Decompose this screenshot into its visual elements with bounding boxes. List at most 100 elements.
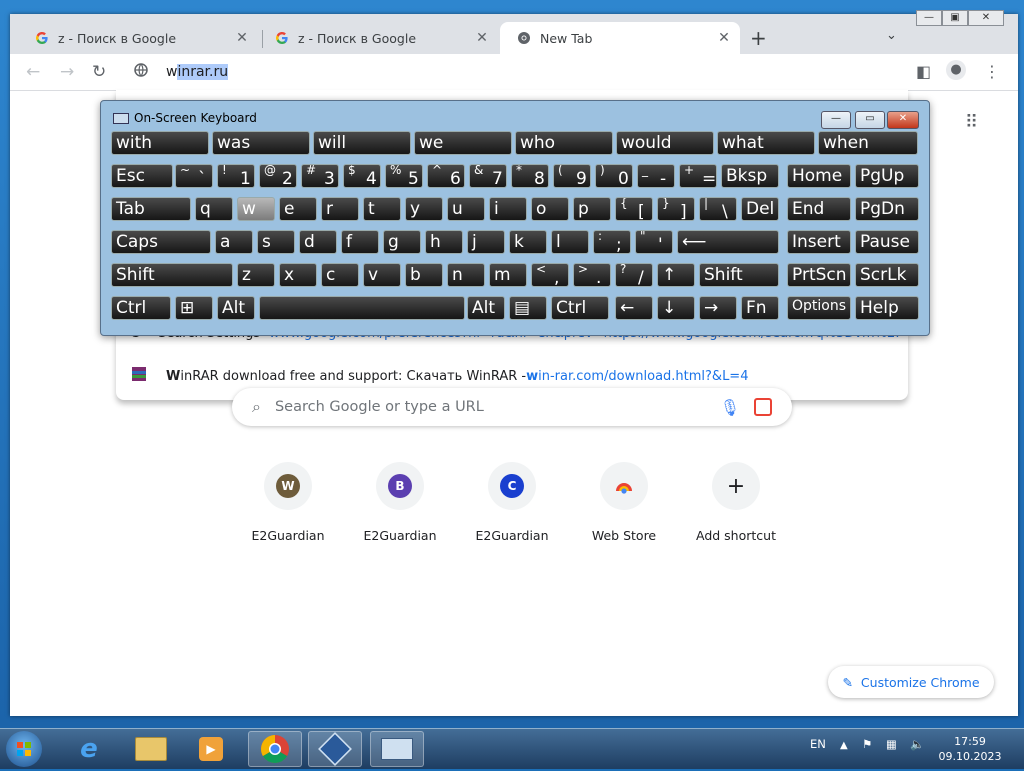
key-PgDn[interactable]: PgDn bbox=[855, 197, 919, 221]
prediction-key[interactable]: would bbox=[616, 131, 714, 155]
key-q[interactable]: q bbox=[195, 197, 233, 221]
shortcut-tile[interactable]: C E2Guardian bbox=[456, 462, 568, 543]
tab-1[interactable]: z - Поиск в Google ✕ bbox=[18, 22, 258, 54]
key-)0[interactable]: ) 0 bbox=[595, 164, 633, 188]
key-|\[interactable]: | \ bbox=[699, 197, 737, 221]
key-%5[interactable]: % 5 bbox=[385, 164, 423, 188]
prediction-key[interactable]: who bbox=[515, 131, 613, 155]
osk-maximize-button[interactable]: ▭ bbox=[855, 111, 885, 129]
key-!1[interactable]: ! 1 bbox=[217, 164, 255, 188]
tab-search-icon[interactable]: ⌄ bbox=[886, 28, 897, 43]
prediction-key[interactable]: with bbox=[111, 131, 209, 155]
key-:;[interactable]: :; bbox=[593, 230, 631, 254]
key-Options[interactable]: Options bbox=[787, 296, 851, 320]
reload-icon[interactable]: ↻ bbox=[92, 62, 106, 82]
key-⊞[interactable]: ⊞ bbox=[175, 296, 213, 320]
key-_-[interactable]: _ - bbox=[637, 164, 675, 188]
media-player-icon[interactable]: ▶ bbox=[184, 731, 238, 767]
key-Caps[interactable]: Caps bbox=[111, 230, 211, 254]
microphone-icon[interactable]: 🎙 bbox=[720, 398, 740, 417]
chrome-taskbar-icon[interactable] bbox=[248, 731, 302, 767]
key-o[interactable]: o bbox=[531, 197, 569, 221]
minimize-button[interactable]: — bbox=[916, 10, 942, 26]
side-panel-icon[interactable]: ◧ bbox=[916, 62, 931, 81]
key-#3[interactable]: #3 bbox=[301, 164, 339, 188]
key-*8[interactable]: * 8 bbox=[511, 164, 549, 188]
internet-explorer-icon[interactable]: e bbox=[62, 731, 116, 767]
volume-icon[interactable]: 🔈 bbox=[910, 737, 924, 751]
key-w[interactable]: w bbox=[237, 197, 275, 221]
key-Ctrl[interactable]: Ctrl bbox=[111, 296, 171, 320]
key-}][interactable]: }] bbox=[657, 197, 695, 221]
prediction-key[interactable]: we bbox=[414, 131, 512, 155]
key-Alt[interactable]: Alt bbox=[467, 296, 505, 320]
key-t[interactable]: t bbox=[363, 197, 401, 221]
key-h[interactable]: h bbox=[425, 230, 463, 254]
osk-minimize-button[interactable]: — bbox=[821, 111, 851, 129]
maximize-button[interactable]: ▣ bbox=[942, 10, 968, 26]
language-indicator[interactable]: EN bbox=[810, 737, 826, 751]
key-a[interactable]: a bbox=[215, 230, 253, 254]
key->.[interactable]: >. bbox=[573, 263, 611, 287]
tab-close-icon[interactable]: ✕ bbox=[232, 30, 252, 46]
action-center-icon[interactable]: ⚑ bbox=[862, 737, 872, 751]
key-Esc[interactable]: Esc bbox=[111, 164, 173, 188]
apps-grid-icon[interactable]: ⠿ bbox=[965, 112, 978, 133]
key-"'[interactable]: " ' bbox=[635, 230, 673, 254]
key-Shift[interactable]: Shift bbox=[699, 263, 779, 287]
key-^6[interactable]: ^ 6 bbox=[427, 164, 465, 188]
key-+=[interactable]: + = bbox=[679, 164, 717, 188]
key-PrtScn[interactable]: PrtScn bbox=[787, 263, 851, 287]
prediction-key[interactable]: will bbox=[313, 131, 411, 155]
key-k[interactable]: k bbox=[509, 230, 547, 254]
key-Pause[interactable]: Pause bbox=[855, 230, 919, 254]
suggestion-item[interactable]: WinRAR download free and support: Скачат… bbox=[130, 366, 900, 386]
key-f[interactable]: f bbox=[341, 230, 379, 254]
osk-taskbar-icon[interactable] bbox=[370, 731, 424, 767]
key-Help[interactable]: Help bbox=[855, 296, 919, 320]
key-c[interactable]: c bbox=[321, 263, 359, 287]
key-n[interactable]: n bbox=[447, 263, 485, 287]
key-y[interactable]: y bbox=[405, 197, 443, 221]
key-i[interactable]: i bbox=[489, 197, 527, 221]
key-End[interactable]: End bbox=[787, 197, 851, 221]
tab-close-icon[interactable]: ✕ bbox=[472, 30, 492, 46]
key-~`[interactable]: ~ ` bbox=[175, 164, 213, 188]
key-@2[interactable]: @2 bbox=[259, 164, 297, 188]
start-button[interactable] bbox=[6, 731, 42, 767]
shortcut-tile[interactable]: B E2Guardian bbox=[344, 462, 456, 543]
key-g[interactable]: g bbox=[383, 230, 421, 254]
key-Bksp[interactable]: Bksp bbox=[721, 164, 779, 188]
tab-3-active[interactable]: New Tab ✕ bbox=[500, 22, 740, 54]
back-icon[interactable]: ← bbox=[26, 62, 40, 82]
key-r[interactable]: r bbox=[321, 197, 359, 221]
add-shortcut-tile[interactable]: + Add shortcut bbox=[680, 462, 792, 543]
key-l[interactable]: l bbox=[551, 230, 589, 254]
ntp-search-box[interactable]: ⌕ Search Google or type a URL 🎙 bbox=[232, 388, 792, 426]
key-PgUp[interactable]: PgUp bbox=[855, 164, 919, 188]
key-Insert[interactable]: Insert bbox=[787, 230, 851, 254]
key-Ctrl[interactable]: Ctrl bbox=[551, 296, 609, 320]
tab-close-icon[interactable]: ✕ bbox=[714, 30, 734, 46]
key-{[[interactable]: {[ bbox=[615, 197, 653, 221]
key-Tab[interactable]: Tab bbox=[111, 197, 191, 221]
key-$4[interactable]: $4 bbox=[343, 164, 381, 188]
key-?/[interactable]: ? / bbox=[615, 263, 653, 287]
prediction-key[interactable]: was bbox=[212, 131, 310, 155]
new-tab-button[interactable]: + bbox=[750, 26, 767, 50]
key-m[interactable]: m bbox=[489, 263, 527, 287]
key-v[interactable]: v bbox=[363, 263, 401, 287]
osk-titlebar[interactable]: On-Screen Keyboard — ▭ ✕ bbox=[101, 101, 929, 129]
tab-2[interactable]: z - Поиск в Google ✕ bbox=[258, 22, 498, 54]
key-x[interactable]: x bbox=[279, 263, 317, 287]
key-↓[interactable]: ↓ bbox=[657, 296, 695, 320]
key-d[interactable]: d bbox=[299, 230, 337, 254]
key-u[interactable]: u bbox=[447, 197, 485, 221]
key-Fn[interactable]: Fn bbox=[741, 296, 779, 320]
profile-icon[interactable]: ● bbox=[946, 60, 966, 80]
key-b[interactable]: b bbox=[405, 263, 443, 287]
osk-close-button[interactable]: ✕ bbox=[887, 111, 919, 129]
key-s[interactable]: s bbox=[257, 230, 295, 254]
key-Del[interactable]: Del bbox=[741, 197, 779, 221]
prediction-key[interactable]: when bbox=[818, 131, 918, 155]
